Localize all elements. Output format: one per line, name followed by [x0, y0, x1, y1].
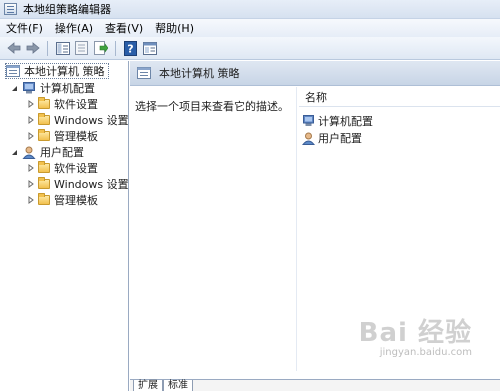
tree-root-label: 本地计算机 策略 [24, 65, 105, 78]
menu-view[interactable]: 查看(V) [105, 20, 143, 36]
help-icon[interactable]: ? [122, 40, 139, 57]
forward-icon[interactable] [24, 40, 41, 57]
list-item-label: 用户配置 [318, 132, 362, 145]
watermark: Bai 经验 jingyan.baidu.com [359, 312, 472, 358]
collapsed-arrow-icon[interactable] [26, 116, 35, 125]
folder-icon [38, 129, 50, 141]
policy-editor-icon [4, 3, 17, 15]
collapsed-arrow-icon[interactable] [26, 196, 35, 205]
tab-standard[interactable]: 标准 [163, 380, 193, 391]
description-text: 选择一个项目来查看它的描述。 [135, 100, 289, 113]
menu-help[interactable]: 帮助(H) [155, 20, 194, 36]
properties-icon[interactable] [73, 40, 90, 57]
policy-document-icon [137, 67, 151, 79]
toolbar-separator [47, 40, 48, 56]
toolbar-separator [115, 40, 116, 56]
tree-item-user-admin-templates[interactable]: 管理模板 [26, 192, 98, 208]
watermark-brand: Bai 经验 [358, 318, 472, 348]
tree-item-label: 用户配置 [40, 146, 84, 159]
menu-action[interactable]: 操作(A) [55, 20, 93, 36]
navigation-tree: 本地计算机 策略 计算机配置 软件设置 Windows 设置 管理模板 用户配置… [0, 61, 129, 391]
computer-icon [303, 115, 314, 126]
tree-item-user-config[interactable]: 用户配置 [10, 144, 84, 160]
title-bar: 本地组策略编辑器 [0, 0, 500, 19]
window-title: 本地组策略编辑器 [23, 3, 111, 16]
tree-item-user-software[interactable]: 软件设置 [26, 160, 98, 176]
computer-icon [23, 82, 35, 94]
content-header: 本地计算机 策略 [130, 61, 500, 86]
user-icon [22, 146, 36, 159]
tree-root[interactable]: 本地计算机 策略 [5, 63, 109, 79]
content-header-title: 本地计算机 策略 [159, 67, 240, 80]
tree-item-label: 软件设置 [54, 98, 98, 111]
expanded-arrow-icon[interactable] [10, 148, 19, 157]
tree-item-computer-software[interactable]: 软件设置 [26, 96, 98, 112]
pane-divider [296, 87, 297, 371]
collapsed-arrow-icon[interactable] [26, 132, 35, 141]
list-item-label: 计算机配置 [318, 115, 373, 128]
list-item-computer-config[interactable]: 计算机配置 [302, 113, 373, 129]
folder-icon [38, 161, 50, 173]
svg-text:?: ? [127, 42, 133, 55]
tree-item-label: Windows 设置 [54, 114, 129, 127]
toolbar: ? [0, 37, 500, 60]
menu-file[interactable]: 文件(F) [6, 20, 43, 36]
collapsed-arrow-icon[interactable] [26, 100, 35, 109]
folder-icon [38, 113, 50, 125]
tree-item-label: 管理模板 [54, 194, 98, 207]
collapsed-arrow-icon[interactable] [26, 180, 35, 189]
tree-item-label: 管理模板 [54, 130, 98, 143]
tree-item-user-windows[interactable]: Windows 设置 [26, 176, 129, 192]
menu-bar: 文件(F) 操作(A) 查看(V) 帮助(H) [0, 19, 500, 37]
folder-icon [38, 97, 50, 109]
folder-icon [38, 177, 50, 189]
list-item-user-config[interactable]: 用户配置 [302, 130, 362, 146]
show-hide-tree-icon[interactable] [54, 40, 71, 57]
tab-extended[interactable]: 扩展 [133, 380, 163, 391]
tree-item-label: Windows 设置 [54, 178, 129, 191]
tree-item-label: 软件设置 [54, 162, 98, 175]
back-icon[interactable] [5, 40, 22, 57]
tree-item-computer-admin-templates[interactable]: 管理模板 [26, 128, 98, 144]
expanded-arrow-icon[interactable] [10, 84, 19, 93]
tree-item-label: 计算机配置 [40, 82, 95, 95]
tree-item-computer-config[interactable]: 计算机配置 [10, 80, 95, 96]
column-header-name[interactable]: 名称 [299, 87, 500, 107]
user-icon [302, 132, 315, 145]
tree-item-computer-windows[interactable]: Windows 设置 [26, 112, 129, 128]
collapsed-arrow-icon[interactable] [26, 164, 35, 173]
folder-icon [38, 193, 50, 205]
policy-document-icon [6, 65, 20, 77]
export-list-icon[interactable] [92, 40, 109, 57]
view-tabs: 扩展 标准 [130, 379, 500, 391]
extended-view-icon[interactable] [141, 40, 158, 57]
